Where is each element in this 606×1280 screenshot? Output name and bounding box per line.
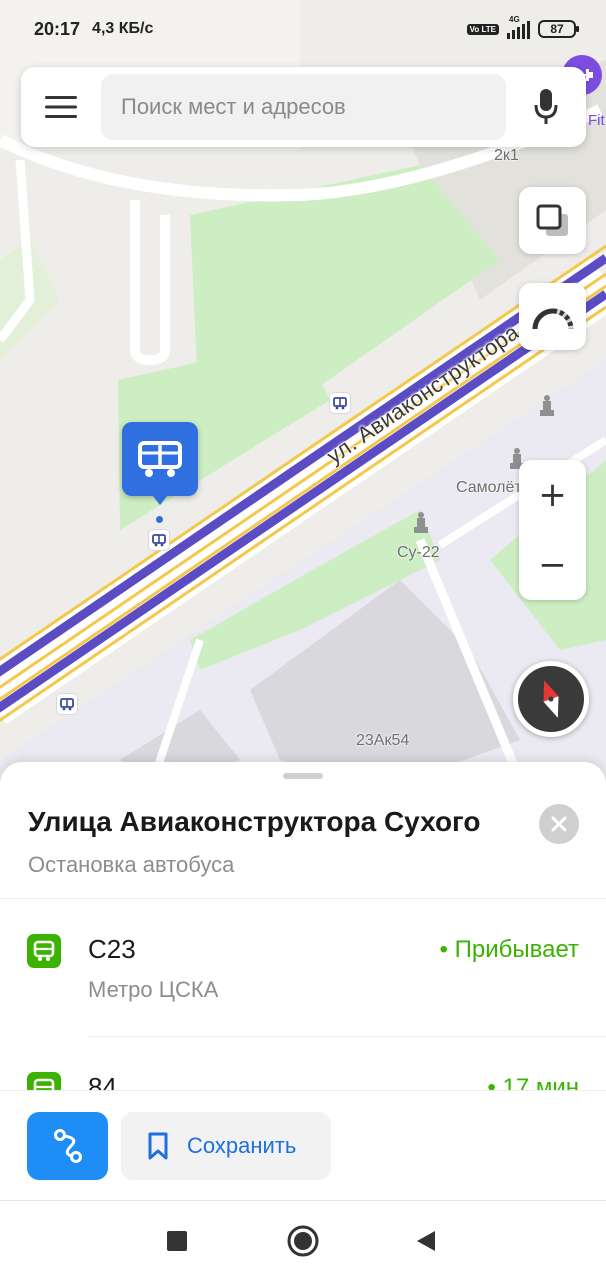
divider (88, 1036, 606, 1037)
network-type: 4G (509, 15, 520, 24)
save-button-label: Сохранить (187, 1133, 297, 1158)
status-bar: 20:17 4,3 КБ/с Vo LTE 4G 87 (0, 0, 606, 58)
save-button[interactable]: Сохранить (121, 1112, 331, 1180)
search-bar (21, 67, 586, 147)
build-route-button[interactable] (27, 1112, 108, 1180)
menu-button[interactable] (21, 67, 101, 147)
status-network-speed: 4,3 КБ/с (92, 20, 154, 37)
fitness-poi-label: Fit (588, 112, 605, 129)
monument-icon[interactable] (412, 512, 430, 534)
close-icon (551, 816, 567, 832)
gauge-icon (532, 308, 573, 329)
layers-button[interactable] (519, 187, 586, 254)
selected-bus-stop-pin[interactable] (122, 422, 198, 505)
stop-type: Остановка автобуса (28, 852, 235, 877)
zoom-out-button[interactable]: − (519, 530, 586, 600)
route-destination: Метро ЦСКА (88, 977, 219, 1002)
hamburger-icon (45, 96, 77, 118)
route-number: С23 (88, 934, 136, 964)
voice-search-button[interactable] (506, 67, 586, 147)
zoom-controls: + − (519, 460, 586, 600)
compass-button[interactable] (513, 661, 589, 737)
action-bar: Сохранить (0, 1090, 606, 1200)
route-row[interactable]: С23 Метро ЦСКА • Прибывает (0, 902, 606, 1022)
recents-button[interactable] (155, 1219, 199, 1263)
sheet-drag-handle[interactable] (283, 773, 323, 779)
divider (0, 898, 606, 899)
bus-stop-icon[interactable] (148, 529, 170, 551)
bus-stop-icon[interactable] (329, 392, 351, 414)
volte-badge: Vo LTE (466, 23, 499, 35)
map-view[interactable]: ул. Авиаконструктора Сухого 2к1 Самолёт … (0, 0, 606, 790)
building-label-2k1: 2к1 (494, 147, 519, 164)
back-triangle-icon (417, 1231, 435, 1251)
poi-label-su22: Су-22 (397, 544, 440, 561)
monument-icon[interactable] (538, 395, 556, 417)
route-icon (53, 1129, 82, 1163)
battery-indicator: 87 (538, 20, 579, 38)
system-nav-bar (0, 1200, 606, 1280)
route-arrival-status: • Прибывает (439, 936, 579, 963)
signal-icon: 4G (507, 15, 530, 39)
bus-icon (27, 934, 61, 968)
close-button[interactable] (539, 804, 579, 844)
building-label-23ak54: 23Ак54 (356, 732, 410, 749)
home-circle-icon (287, 1225, 319, 1257)
traffic-button[interactable] (519, 283, 586, 350)
layers-icon (536, 204, 568, 236)
home-button[interactable] (281, 1219, 325, 1263)
compass-icon (543, 680, 559, 718)
pin-location-dot (156, 516, 163, 523)
square-icon (167, 1231, 187, 1251)
bus-stop-icon (138, 441, 182, 477)
microphone-icon (534, 89, 558, 124)
search-input[interactable] (101, 74, 506, 140)
bookmark-icon (148, 1132, 168, 1160)
back-button[interactable] (404, 1219, 448, 1263)
stop-title: Улица Авиаконструктора Сухого (28, 806, 481, 837)
bus-stop-icon[interactable] (56, 693, 78, 715)
zoom-in-button[interactable]: + (519, 460, 586, 530)
status-time: 20:17 (34, 18, 81, 39)
